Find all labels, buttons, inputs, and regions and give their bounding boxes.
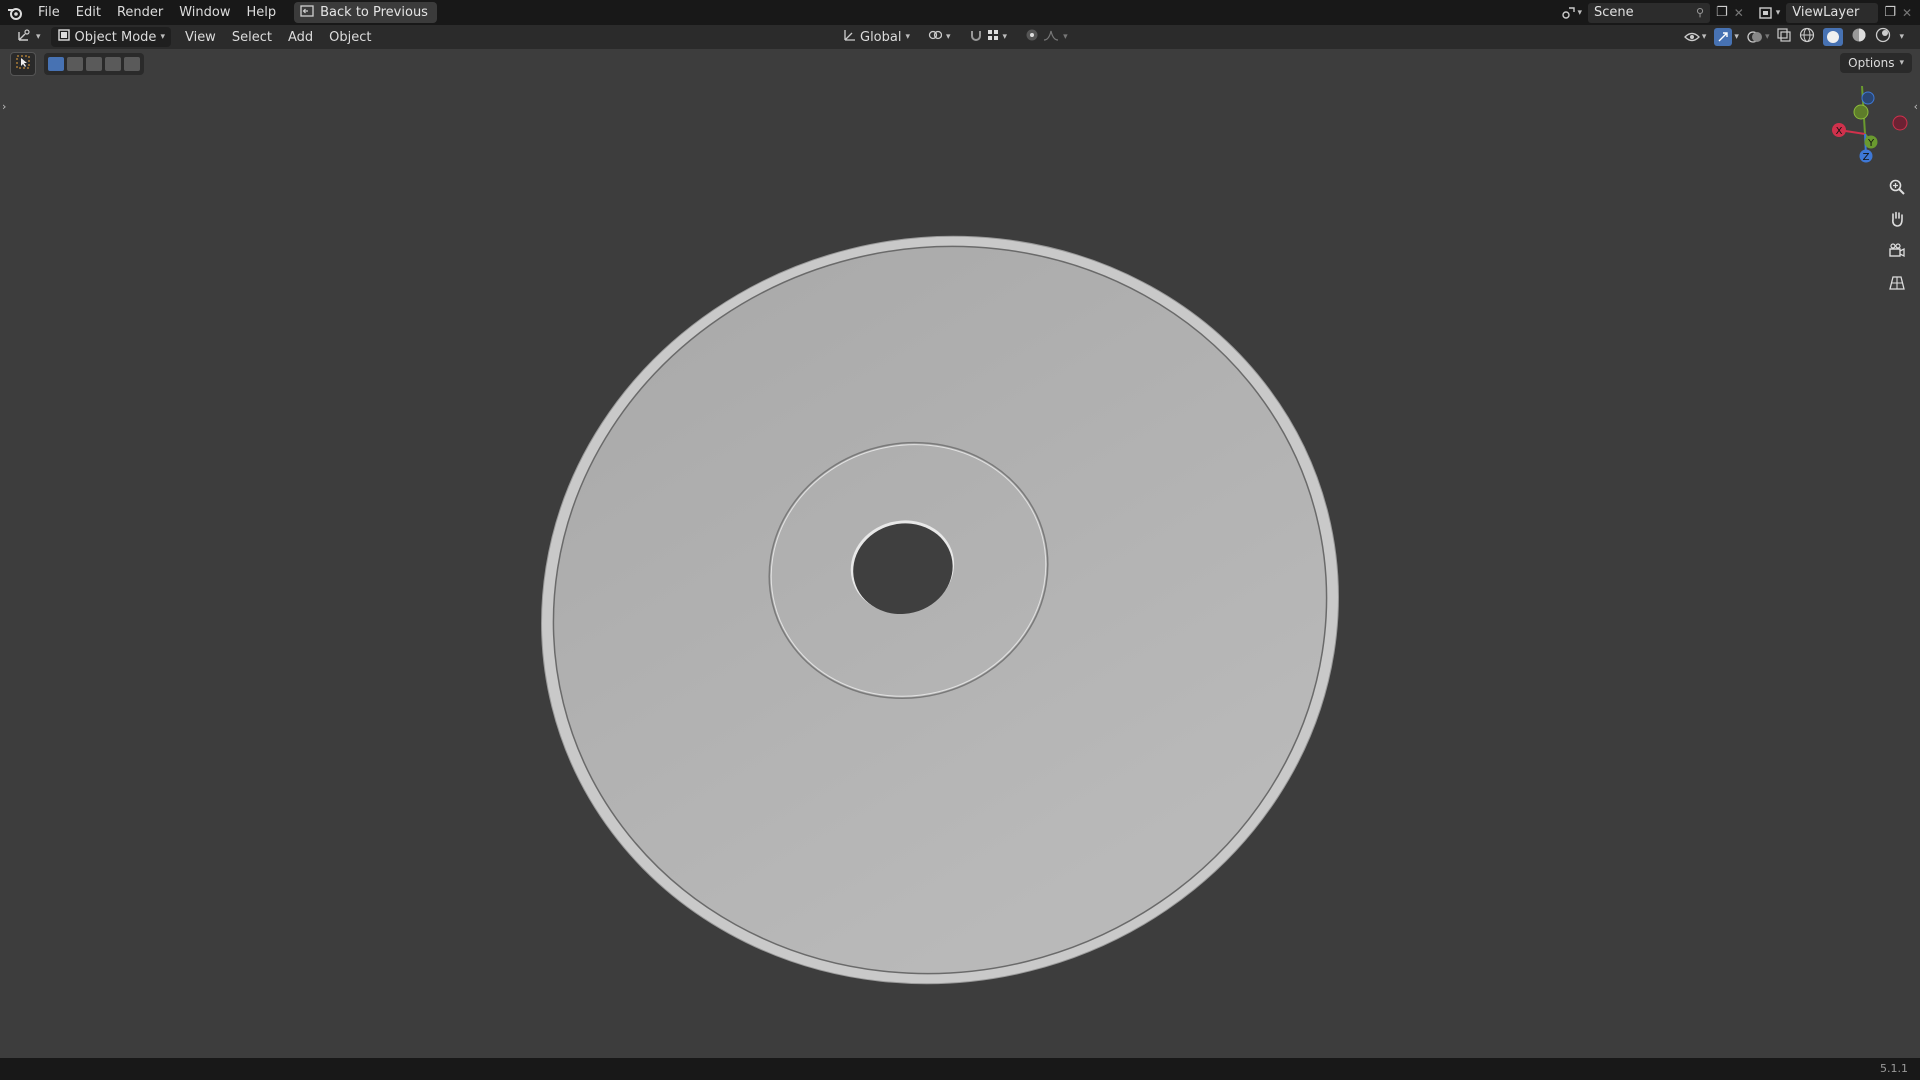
wireframe-shading-icon[interactable] [1799, 27, 1815, 47]
view-layer-name: ViewLayer [1792, 5, 1860, 20]
select-new-mode-icon[interactable] [48, 57, 64, 71]
menu-file[interactable]: File [30, 0, 68, 25]
menu-select[interactable]: Select [224, 25, 280, 50]
shading-controls: ▾ ▾ ▾ ▾ [1683, 27, 1904, 47]
y-negative-handle[interactable] [1853, 104, 1869, 120]
x-axis-label: X [1836, 126, 1843, 137]
back-screen-icon [300, 4, 314, 21]
version-label: 5.1.1 [1880, 1062, 1908, 1075]
chevron-down-icon: ▾ [160, 32, 165, 42]
view-layer-field[interactable]: ViewLayer [1786, 2, 1879, 23]
pan-hand-icon[interactable] [1884, 206, 1910, 232]
camera-view-icon[interactable] [1884, 238, 1910, 264]
z-negative-handle[interactable] [1861, 91, 1875, 105]
material-preview-icon[interactable] [1851, 27, 1867, 47]
gizmo-toggle-icon[interactable]: ▾ [1714, 28, 1739, 46]
pin-icon[interactable]: ⚲ [1696, 6, 1704, 19]
scene-selector-icon[interactable]: ▾ [1560, 6, 1582, 20]
scene-field[interactable]: Scene ⚲ [1588, 2, 1711, 23]
magnet-icon [969, 28, 983, 46]
chevron-down-icon: ▾ [946, 32, 951, 42]
back-to-previous-label: Back to Previous [320, 5, 428, 20]
snap-grid-icon[interactable] [987, 29, 999, 45]
chevron-down-icon: ▾ [1899, 58, 1904, 68]
proportional-editing-toggle[interactable]: ▾ [1019, 27, 1074, 47]
chevron-down-icon: ▾ [1063, 32, 1068, 42]
editor-type-button[interactable]: ▾ [10, 27, 47, 47]
menu-window[interactable]: Window [171, 0, 238, 25]
toolbar-expand-arrow-icon[interactable]: › [2, 100, 6, 113]
falloff-curve-icon[interactable] [1043, 28, 1059, 46]
solid-shading-icon[interactable] [1823, 28, 1844, 46]
y-axis-label: Y [1867, 138, 1875, 149]
select-invert-mode-icon[interactable] [105, 57, 121, 71]
remove-view-layer-icon[interactable]: ✕ [1902, 6, 1912, 20]
viewport-navigation [1884, 174, 1910, 296]
object-mode-icon [57, 28, 71, 46]
orientation-selector[interactable]: Global ▾ [836, 27, 916, 47]
new-view-layer-icon[interactable]: ❐ [1884, 5, 1896, 20]
rendered-shading-icon[interactable] [1875, 27, 1891, 47]
menu-view[interactable]: View [177, 25, 224, 50]
perspective-grid-icon[interactable] [1884, 270, 1910, 296]
3d-viewport-icon [16, 28, 32, 46]
selection-mode-group [44, 53, 144, 75]
select-extend-mode-icon[interactable] [67, 57, 83, 71]
viewport[interactable] [0, 0, 1920, 1080]
overlays-icon[interactable]: ▾ [1747, 29, 1769, 45]
menu-help[interactable]: Help [239, 0, 285, 25]
proportional-circle-icon [1025, 28, 1039, 46]
x-negative-handle[interactable] [1892, 115, 1908, 131]
disc-object[interactable] [462, 152, 1418, 1067]
orientation-label: Global [860, 29, 902, 45]
chevron-down-icon: ▾ [36, 32, 41, 42]
blender-logo-icon[interactable] [0, 6, 30, 20]
select-subtract-mode-icon[interactable] [86, 57, 102, 71]
orientation-axes-icon [842, 28, 856, 46]
cursor-arrow-icon [16, 55, 30, 73]
xray-toggle-icon[interactable] [1777, 28, 1792, 46]
select-tool-button[interactable] [10, 52, 36, 76]
scene-name: Scene [1594, 5, 1634, 20]
status-bar: 5.1.1 [0, 1058, 1920, 1080]
tool-settings-row [10, 52, 144, 76]
remove-scene-icon[interactable]: ✕ [1734, 6, 1744, 20]
z-axis-label: Z [1863, 152, 1870, 163]
chevron-down-icon: ▾ [1002, 32, 1008, 42]
snap-toggle[interactable]: ▾ [963, 27, 1014, 47]
menu-object[interactable]: Object [321, 25, 379, 50]
chevron-down-icon: ▾ [905, 32, 911, 42]
menu-edit[interactable]: Edit [68, 0, 109, 25]
viewport-header: ▾ Object Mode ▾ View Select Add Object G… [0, 25, 1920, 49]
back-to-previous-button[interactable]: Back to Previous [294, 2, 437, 23]
mode-selector[interactable]: Object Mode ▾ [50, 27, 171, 47]
menu-add[interactable]: Add [280, 25, 321, 50]
mode-label: Object Mode [74, 29, 157, 45]
new-scene-icon[interactable]: ❐ [1716, 5, 1728, 20]
visibility-eye-icon[interactable]: ▾ [1683, 31, 1706, 43]
select-intersect-mode-icon[interactable] [124, 57, 140, 71]
options-dropdown[interactable]: Options ▾ [1840, 53, 1912, 73]
menu-render[interactable]: Render [109, 0, 171, 25]
options-label: Options [1848, 56, 1895, 70]
pivot-icon [928, 28, 943, 46]
transform-controls: Global ▾ ▾ ▾ ▾ [836, 27, 1074, 47]
sidebar-expand-arrow-icon[interactable]: ‹ [1914, 100, 1918, 113]
navigation-gizmo[interactable]: X Y Z [1820, 86, 1910, 166]
view-layer-selector-icon[interactable]: ▾ [1758, 6, 1780, 20]
pivot-point-selector[interactable]: ▾ [922, 27, 957, 47]
shading-options-chevron-icon[interactable]: ▾ [1899, 32, 1904, 42]
zoom-icon[interactable] [1884, 174, 1910, 200]
scene-controls: ▾ Scene ⚲ ❐ ✕ ▾ ViewLayer ❐ ✕ [1560, 0, 1920, 25]
